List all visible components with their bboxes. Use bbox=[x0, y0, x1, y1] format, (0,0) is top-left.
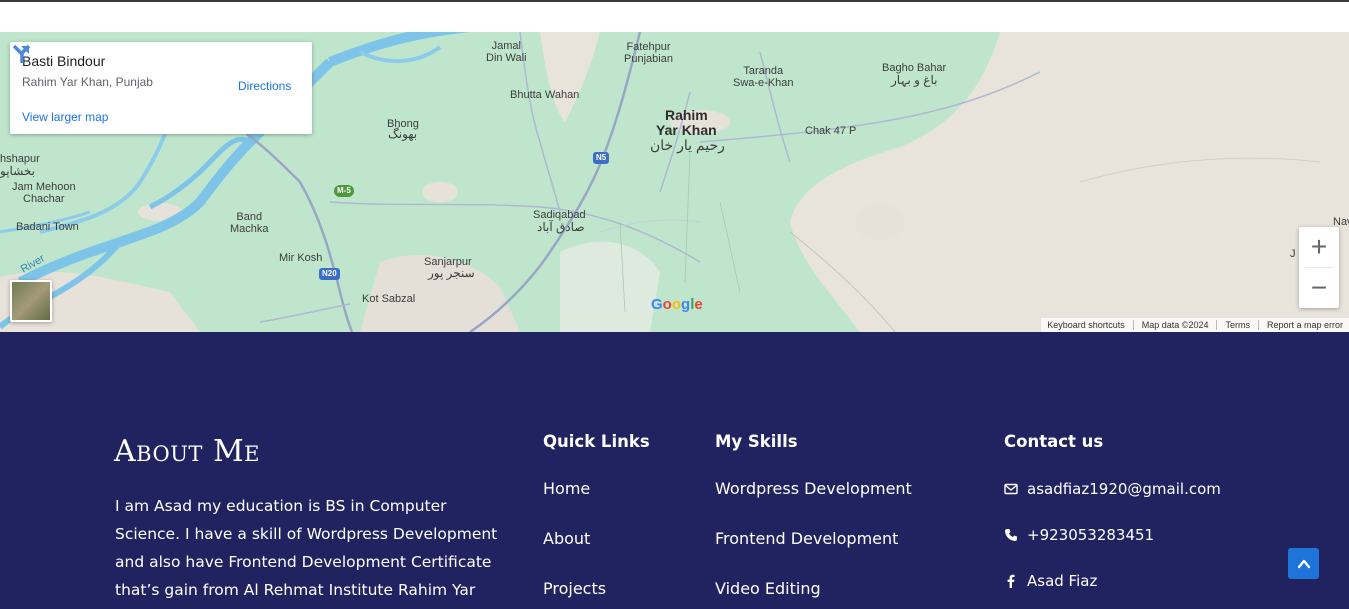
envelope-icon bbox=[1004, 483, 1018, 495]
top-bar bbox=[0, 0, 1349, 32]
road-shield-n5: N5 bbox=[593, 152, 610, 164]
about-me-heading: About Me bbox=[114, 434, 260, 469]
map-label-shapur-urdu: بخشاپو bbox=[0, 164, 35, 178]
google-logo: Google bbox=[651, 296, 703, 313]
directions-link[interactable]: Directions bbox=[238, 79, 291, 93]
map-label-kot-sabzal: Kot Sabzal bbox=[362, 293, 416, 305]
view-larger-map-link[interactable]: View larger map bbox=[22, 110, 108, 124]
contact-facebook[interactable]: Asad Fiaz bbox=[1027, 570, 1097, 592]
map-attribution-bar: Keyboard shortcuts Map data ©2024 Terms … bbox=[1041, 318, 1349, 332]
chevron-up-icon bbox=[1297, 559, 1310, 568]
map-label-rahim-yar-khan-urdu: رحیم یار خان bbox=[650, 137, 725, 153]
terms-link[interactable]: Terms bbox=[1225, 320, 1250, 330]
map-label-sadiqabad-urdu: صادق آباد bbox=[537, 220, 585, 234]
map-label-bagho-bahar-urdu: باغ و بہار bbox=[891, 73, 938, 87]
map-label-taranda: Taranda Swa-e-Khan bbox=[733, 65, 794, 89]
facebook-icon bbox=[1007, 574, 1015, 588]
contact-us-heading: Contact us bbox=[1004, 432, 1104, 451]
place-name: Basti Bindour bbox=[22, 53, 106, 69]
contact-email[interactable]: asadfiaz1920@gmail.com bbox=[1027, 478, 1221, 500]
satellite-toggle-button[interactable] bbox=[10, 280, 52, 322]
quick-links-heading: Quick Links bbox=[543, 432, 650, 451]
phone-icon bbox=[1005, 529, 1017, 541]
map-label-j: J bbox=[1290, 248, 1296, 260]
directions-arrow-icon[interactable] bbox=[10, 42, 32, 64]
contact-phone[interactable]: +923053283451 bbox=[1027, 524, 1154, 546]
footer-link-home[interactable]: Home bbox=[543, 478, 590, 500]
place-info-card: Basti Bindour Rahim Yar Khan, Punjab Vie… bbox=[10, 42, 312, 134]
map-label-fatehpur: Fatehpur Punjabian bbox=[624, 41, 673, 65]
map-label-mir-kosh: Mir Kosh bbox=[279, 252, 323, 264]
road-shield-m5: M-5 bbox=[334, 185, 354, 197]
attribution-separator bbox=[1257, 320, 1259, 330]
zoom-controls: + − bbox=[1299, 227, 1339, 308]
zoom-in-button[interactable]: + bbox=[1299, 227, 1339, 267]
skill-item[interactable]: Frontend Development bbox=[715, 528, 898, 550]
place-address: Rahim Yar Khan, Punjab bbox=[22, 75, 153, 89]
my-skills-heading: My Skills bbox=[715, 432, 798, 451]
about-me-text: I am Asad my education is BS in Computer… bbox=[115, 497, 498, 599]
attribution-separator bbox=[1132, 320, 1134, 330]
map-label-band-machka: Band Machka bbox=[230, 211, 269, 235]
map-label-chak-47p: Chak 47 P bbox=[805, 125, 857, 137]
embedded-map[interactable]: Jamal Din Wali Fatehpur Punjabian Tarand… bbox=[0, 32, 1349, 332]
map-label-bhong-urdu: بھونگ bbox=[388, 127, 418, 141]
attribution-separator bbox=[1216, 320, 1218, 330]
back-to-top-button[interactable] bbox=[1288, 548, 1319, 579]
skill-item[interactable]: Video Editing bbox=[715, 578, 821, 600]
footer-link-about[interactable]: About bbox=[543, 528, 590, 550]
map-label-jamal-din-wali: Jamal Din Wali bbox=[486, 40, 527, 64]
map-label-badani-town: Badani Town bbox=[16, 221, 79, 233]
map-label-rahim-yar-khan: Rahim Yar Khan bbox=[656, 107, 717, 138]
site-footer: About Me I am Asad my education is BS in… bbox=[0, 332, 1349, 609]
map-label-sanjarpur-urdu: سنجر پور bbox=[428, 266, 475, 280]
report-map-error-link[interactable]: Report a map error bbox=[1267, 320, 1343, 330]
zoom-out-button[interactable]: − bbox=[1299, 268, 1339, 308]
page: Jamal Din Wali Fatehpur Punjabian Tarand… bbox=[0, 0, 1349, 609]
keyboard-shortcuts-link[interactable]: Keyboard shortcuts bbox=[1047, 320, 1125, 330]
map-data-text: Map data ©2024 bbox=[1141, 320, 1209, 330]
map-label-jam-mehoon: Jam Mehoon Chachar bbox=[12, 181, 76, 205]
footer-link-projects[interactable]: Projects bbox=[543, 578, 606, 600]
map-label-bhutta-wahan: Bhutta Wahan bbox=[510, 89, 580, 101]
road-shield-n20: N20 bbox=[319, 268, 340, 280]
skill-item[interactable]: Wordpress Development bbox=[715, 478, 912, 500]
